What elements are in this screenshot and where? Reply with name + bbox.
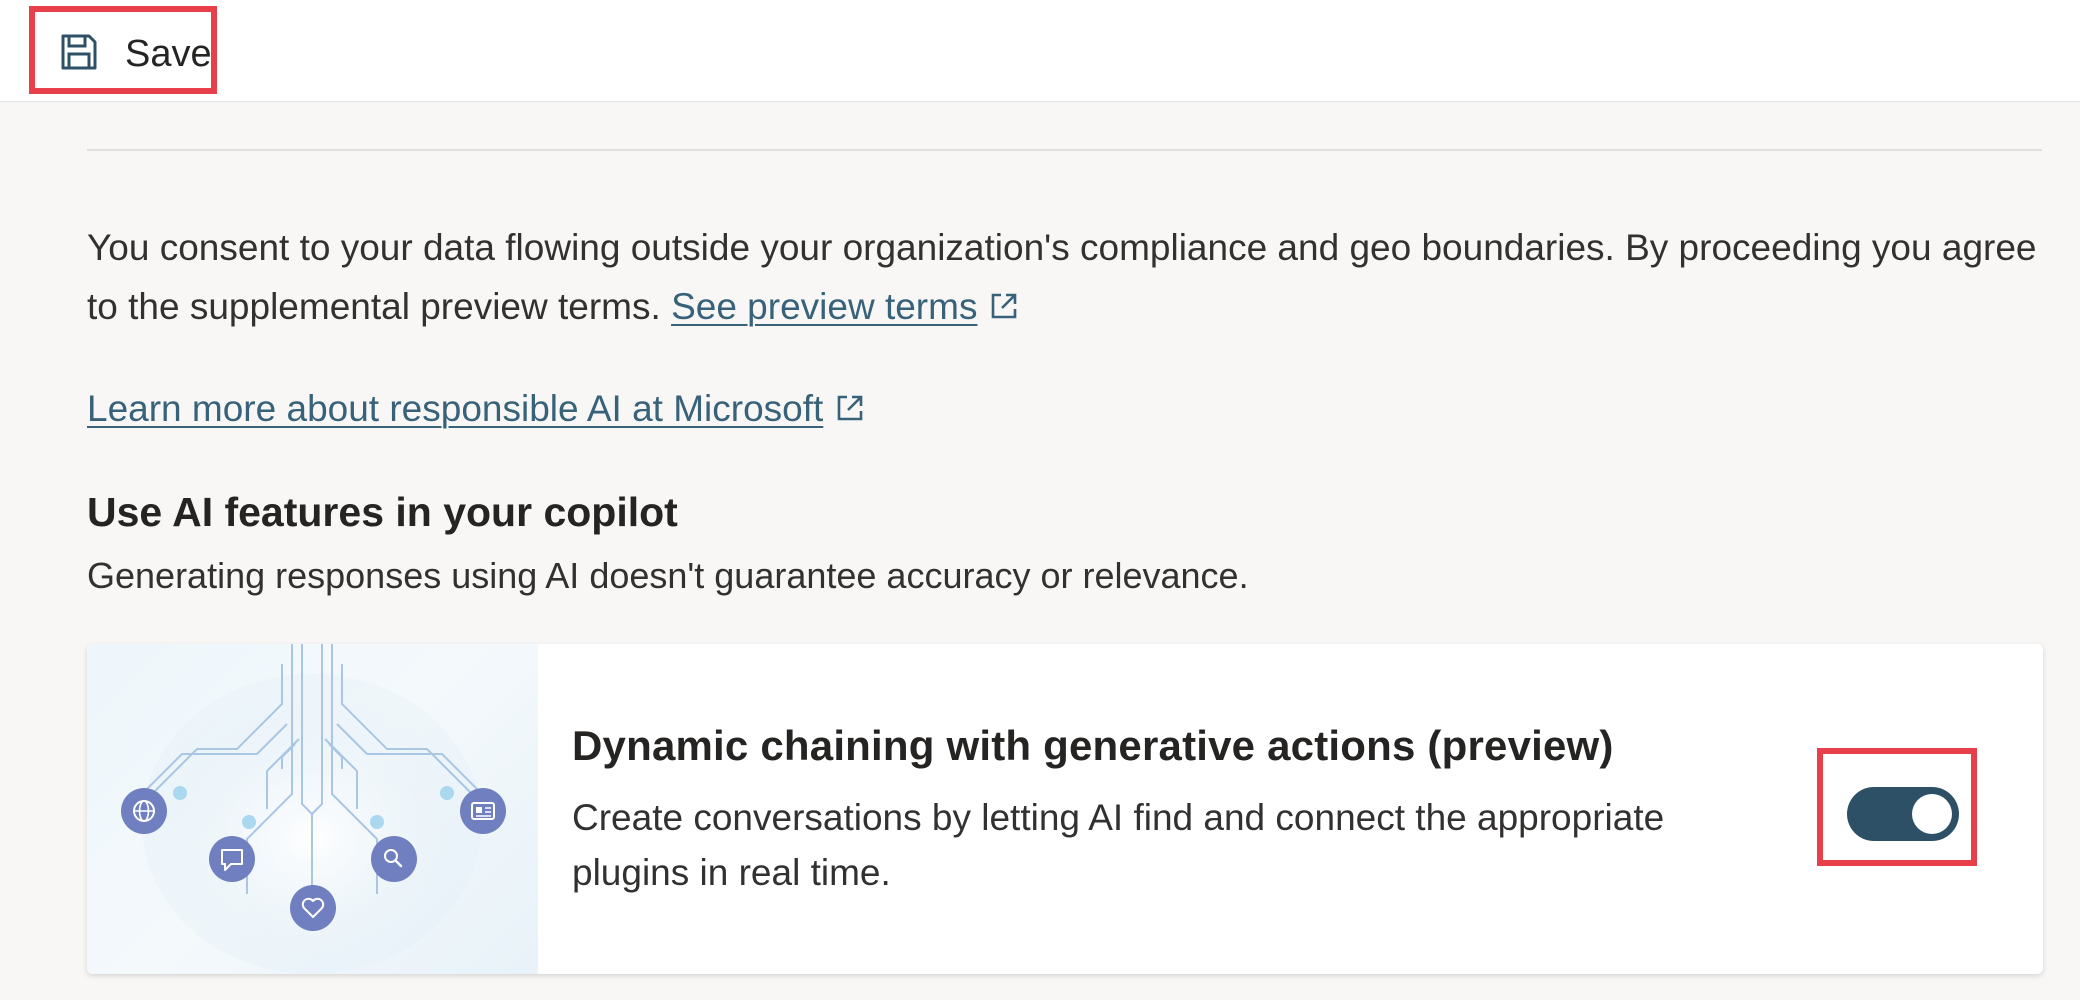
globe-icon <box>121 788 167 834</box>
consent-text: You consent to your data flowing outside… <box>87 218 2047 336</box>
see-preview-terms-link[interactable]: See preview terms <box>671 286 977 327</box>
external-link-icon[interactable] <box>835 393 865 423</box>
save-icon <box>61 34 97 70</box>
card-description: Create conversations by letting AI find … <box>572 797 1665 893</box>
consent-body: You consent to your data flowing outside… <box>87 227 2037 327</box>
responsible-ai-link[interactable]: Learn more about responsible AI at Micro… <box>87 388 823 429</box>
section-title: Use AI features in your copilot <box>87 489 678 535</box>
news-icon <box>460 788 506 834</box>
learn-more-row: Learn more about responsible AI at Micro… <box>87 384 865 434</box>
generative-actions-toggle-highlight <box>1817 748 1977 866</box>
feature-card: Dynamic chaining with generative actions… <box>87 644 2043 974</box>
command-bar: Save <box>0 0 2080 102</box>
external-link-icon[interactable] <box>989 291 1019 321</box>
section-subtitle: Generating responses using AI doesn't gu… <box>87 555 1249 596</box>
search-icon <box>371 836 417 882</box>
save-button[interactable]: Save <box>29 6 217 94</box>
save-label: Save <box>125 33 212 75</box>
chat-icon <box>209 836 255 882</box>
heart-icon <box>290 885 336 931</box>
toggle-knob <box>1912 794 1952 834</box>
card-title: Dynamic chaining with generative actions… <box>572 722 1614 769</box>
plugin-illustration <box>87 644 538 974</box>
section-divider <box>87 149 2042 151</box>
generative-actions-toggle[interactable] <box>1847 787 1959 841</box>
